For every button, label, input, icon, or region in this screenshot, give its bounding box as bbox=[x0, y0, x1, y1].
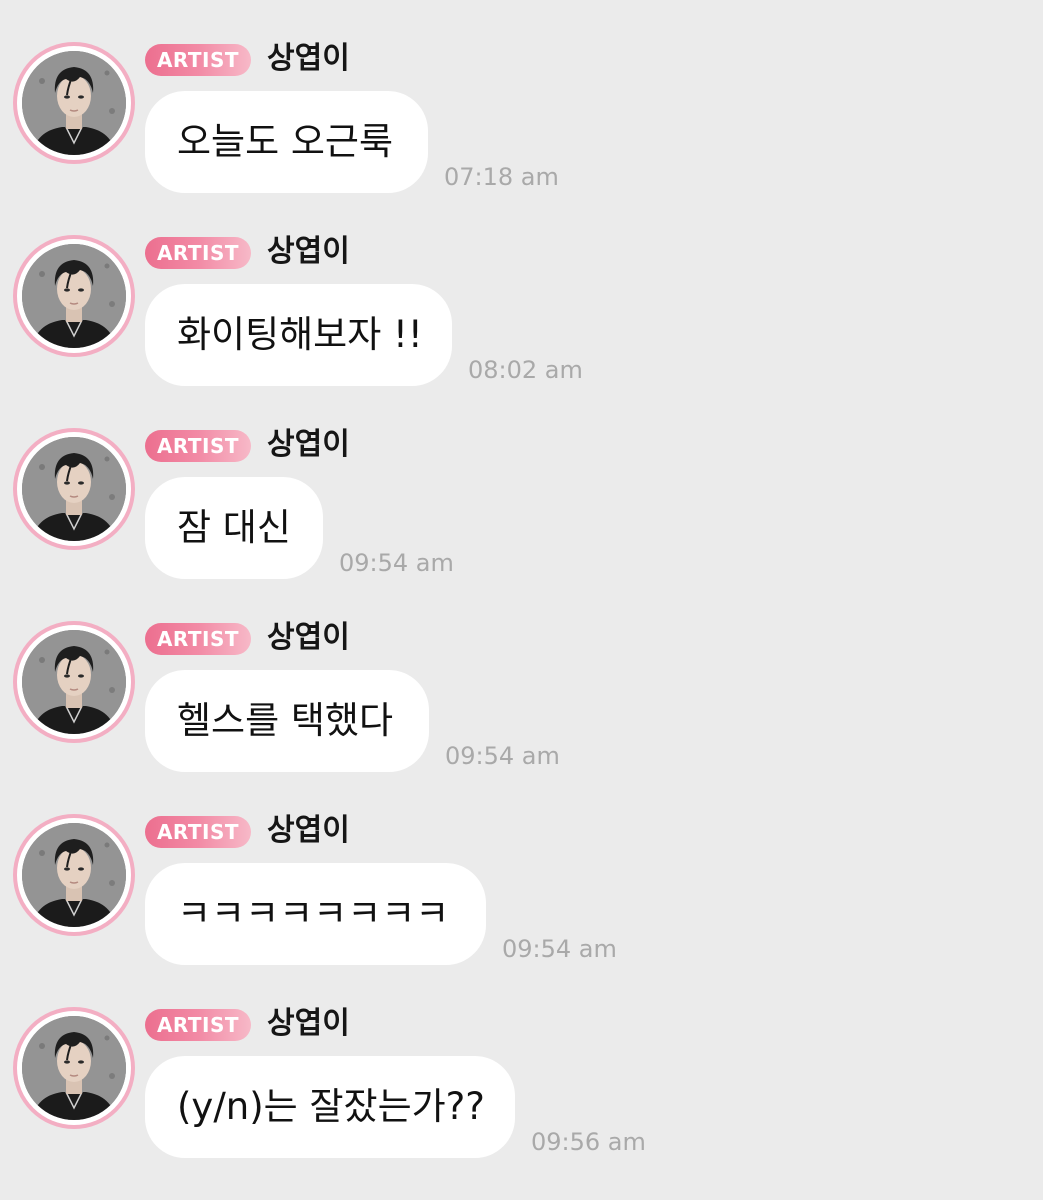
message-row: ARTIST 상엽이헬스를 택했다 09:54 am bbox=[0, 579, 1043, 772]
avatar-border bbox=[17, 625, 131, 739]
message-bubble[interactable]: 잠 대신 bbox=[145, 477, 323, 579]
avatar[interactable] bbox=[13, 235, 135, 357]
avatar-border bbox=[17, 1011, 131, 1125]
sender-name[interactable]: 상엽이 bbox=[267, 617, 350, 659]
sender-name[interactable]: 상엽이 bbox=[267, 231, 350, 273]
message-bubble[interactable]: ㅋㅋㅋㅋㅋㅋㅋㅋ bbox=[145, 863, 486, 965]
message-timestamp: 07:18 am bbox=[444, 163, 559, 191]
profile-photo-icon bbox=[22, 823, 126, 927]
sender-name[interactable]: 상엽이 bbox=[267, 810, 350, 852]
sender-name[interactable]: 상엽이 bbox=[267, 1003, 350, 1045]
sender-name[interactable]: 상엽이 bbox=[267, 424, 350, 466]
profile-photo-icon bbox=[22, 51, 126, 155]
profile-photo-icon bbox=[22, 244, 126, 348]
message-bubble[interactable]: 오늘도 오근룩 bbox=[145, 91, 428, 193]
message-row: ARTIST 상엽이 (y/n)는 잘잤는가?? 09:56 am bbox=[0, 965, 1043, 1158]
profile-photo-icon bbox=[22, 630, 126, 734]
message-row: ARTIST 상엽이 ㅋㅋㅋㅋㅋㅋㅋㅋ 09:54 am bbox=[0, 772, 1043, 965]
message-timestamp: 09:54 am bbox=[339, 549, 454, 577]
profile-photo-icon bbox=[22, 1016, 126, 1120]
avatar-border bbox=[17, 818, 131, 932]
avatar[interactable] bbox=[13, 42, 135, 164]
avatar-border bbox=[17, 239, 131, 353]
message-bubble[interactable]: 화이팅해보자 !! bbox=[145, 284, 452, 386]
artist-badge: ARTIST bbox=[145, 1009, 251, 1041]
sender-name[interactable]: 상엽이 bbox=[267, 38, 350, 80]
message-bubble[interactable]: (y/n)는 잘잤는가?? bbox=[145, 1056, 515, 1158]
artist-badge: ARTIST bbox=[145, 237, 251, 269]
message-bubble[interactable]: 헬스를 택했다 bbox=[145, 670, 429, 772]
artist-badge: ARTIST bbox=[145, 430, 251, 462]
profile-photo-icon bbox=[22, 437, 126, 541]
avatar[interactable] bbox=[13, 621, 135, 743]
message-row: ARTIST 상엽이화이팅해보자 !! 08:02 am bbox=[0, 193, 1043, 386]
artist-badge: ARTIST bbox=[145, 816, 251, 848]
message-timestamp: 09:54 am bbox=[502, 935, 617, 963]
chat-message-list[interactable]: ARTIST 상엽이 오늘도 오근룩 07:18 am ARTIST 상엽이 화이팅해보자 … bbox=[0, 0, 1043, 1200]
message-row: ARTIST 상엽이잠 대신 09:54 am bbox=[0, 386, 1043, 579]
avatar-border bbox=[17, 46, 131, 160]
artist-badge: ARTIST bbox=[145, 44, 251, 76]
avatar[interactable] bbox=[13, 428, 135, 550]
message-timestamp: 08:02 am bbox=[468, 356, 583, 384]
message-row: ARTIST 상엽이오늘도 오근룩 07:18 am bbox=[0, 0, 1043, 193]
avatar-border bbox=[17, 432, 131, 546]
message-timestamp: 09:56 am bbox=[531, 1128, 646, 1156]
avatar[interactable] bbox=[13, 814, 135, 936]
artist-badge: ARTIST bbox=[145, 623, 251, 655]
message-timestamp: 09:54 am bbox=[445, 742, 560, 770]
avatar[interactable] bbox=[13, 1007, 135, 1129]
